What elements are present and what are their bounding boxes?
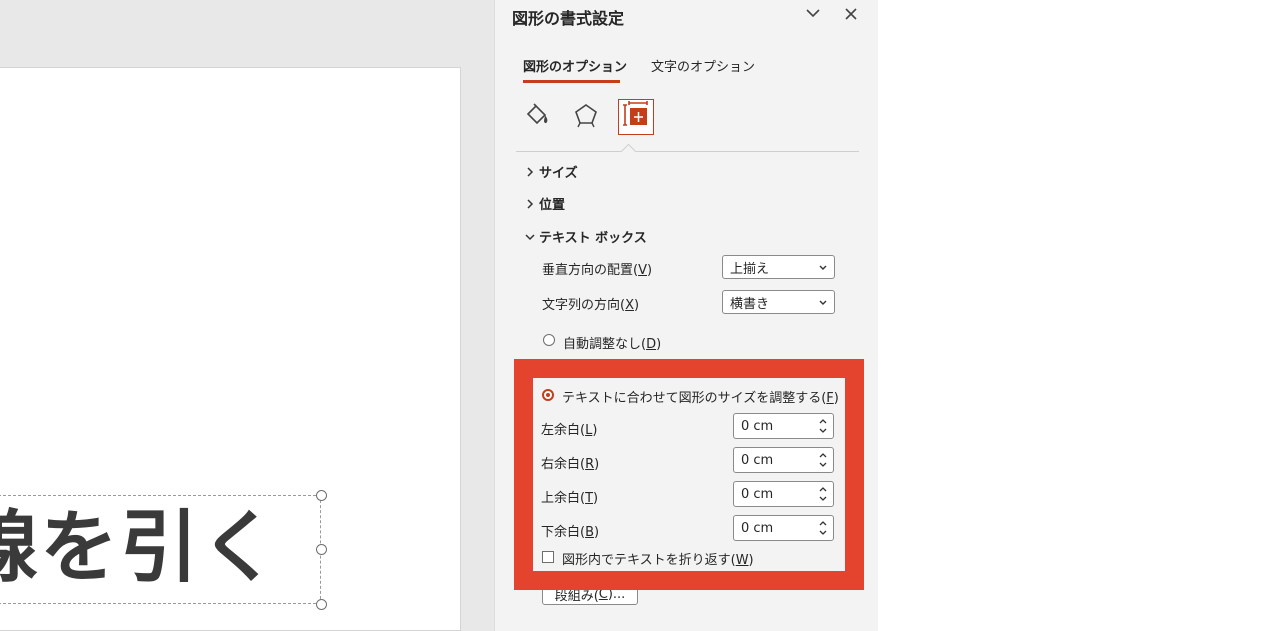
left-margin-value: 0 cm (741, 418, 774, 434)
bottom-margin-value: 0 cm (741, 520, 774, 536)
bottom-margin-label: 下余白(B) (541, 525, 600, 540)
section-textbox-label: テキスト ボックス (539, 231, 647, 246)
tab-text-options[interactable]: 文字のオプション (651, 56, 755, 75)
autofit-none-label: 自動調整なし(D) (563, 337, 662, 352)
right-margin-value: 0 cm (741, 452, 774, 468)
right-margin-spinner[interactable]: 0 cm (733, 447, 834, 473)
icon-row-divider (516, 151, 859, 152)
right-margin-label: 右余白(R) (541, 457, 600, 472)
autofit-resize-radio[interactable] (542, 389, 554, 401)
top-margin-label: 上余白(T) (541, 491, 599, 506)
section-textbox[interactable]: テキスト ボックス (525, 227, 647, 246)
spin-arrows-icon[interactable] (818, 484, 828, 504)
chevron-down-icon (525, 232, 539, 242)
highlight-frame-bottom (514, 571, 864, 590)
wrap-text-label: 図形内でテキストを折り返す(W) (562, 553, 754, 568)
spin-arrows-icon[interactable] (818, 450, 828, 470)
section-position-label: 位置 (539, 198, 566, 213)
vertical-align-value: 上揃え (730, 261, 770, 277)
pane-options-button[interactable] (801, 3, 825, 27)
selection-caret (620, 143, 637, 160)
pane-title: 図形の書式設定 (512, 9, 625, 28)
top-margin-spinner[interactable]: 0 cm (733, 481, 834, 507)
bottom-margin-spinner[interactable]: 0 cm (733, 515, 834, 541)
section-size[interactable]: サイズ (525, 162, 578, 181)
spin-arrows-icon[interactable] (818, 416, 828, 436)
autofit-resize-label: テキストに合わせて図形のサイズを調整する(F) (562, 391, 839, 406)
selected-textbox[interactable] (0, 495, 321, 604)
resize-handle-top-right[interactable] (316, 490, 327, 501)
section-position[interactable]: 位置 (525, 194, 565, 213)
top-margin-value: 0 cm (741, 486, 774, 502)
vertical-align-select[interactable]: 上揃え (722, 255, 835, 279)
resize-handle-bottom-right[interactable] (316, 599, 327, 610)
chevron-down-icon (805, 5, 821, 25)
tab-shape-options[interactable]: 図形のオプション (523, 56, 627, 75)
fill-line-icon (523, 101, 551, 133)
vertical-align-label: 垂直方向の配置(V) (542, 263, 653, 278)
chevron-right-icon (525, 166, 539, 177)
highlight-content (533, 378, 845, 571)
size-properties-button[interactable] (618, 99, 654, 135)
section-size-label: サイズ (539, 166, 578, 181)
blank-area (878, 0, 1280, 631)
fill-line-button[interactable] (519, 99, 555, 135)
chevron-down-icon (818, 297, 828, 312)
wrap-text-checkbox[interactable] (542, 551, 554, 563)
left-margin-label: 左余白(L) (541, 423, 598, 438)
active-tab-indicator (523, 80, 620, 83)
left-margin-spinner[interactable]: 0 cm (733, 413, 834, 439)
close-icon (844, 6, 858, 25)
effects-button[interactable] (568, 99, 604, 135)
pane-close-button[interactable] (839, 3, 863, 27)
autofit-none-radio[interactable] (543, 334, 555, 346)
chevron-right-icon (525, 198, 539, 209)
text-direction-value: 横書き (730, 296, 770, 312)
resize-handle-right[interactable] (316, 544, 327, 555)
text-direction-label: 文字列の方向(X) (542, 298, 640, 313)
size-properties-icon (622, 101, 650, 133)
spin-arrows-icon[interactable] (818, 518, 828, 538)
text-direction-select[interactable]: 横書き (722, 290, 835, 314)
chevron-down-icon (818, 262, 828, 277)
effects-pentagon-icon (572, 101, 600, 133)
